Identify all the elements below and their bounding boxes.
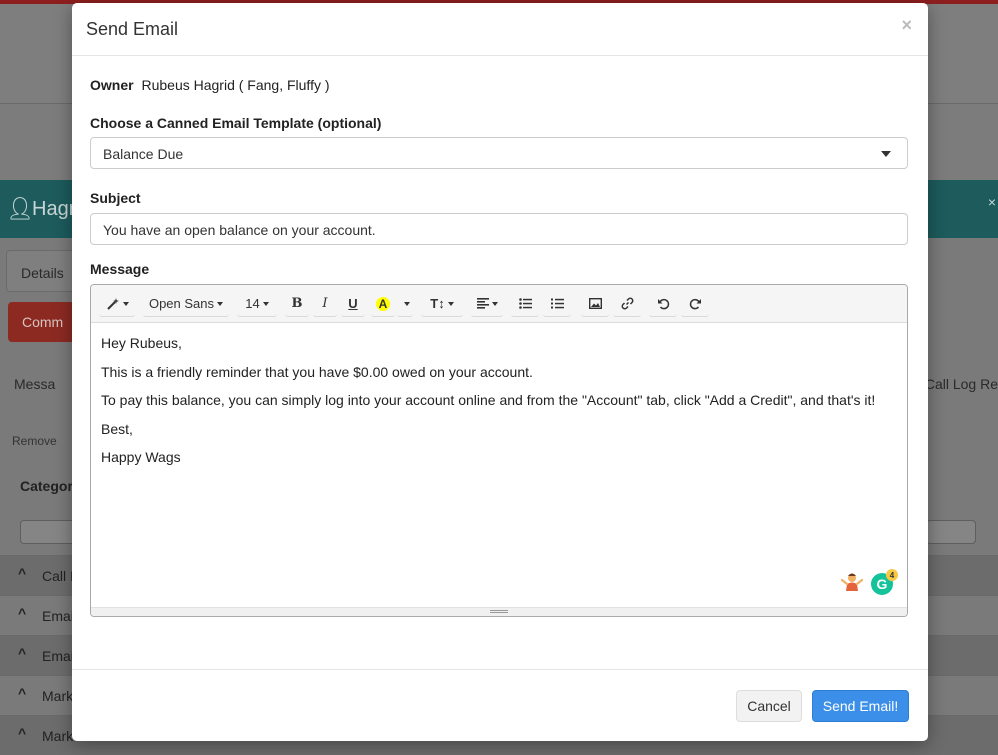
remove-filter-label: Remove [12, 434, 57, 448]
numbered-list-icon [550, 298, 564, 309]
subject-label: Subject [90, 190, 141, 206]
cancel-button[interactable]: Cancel [736, 690, 802, 722]
chevron-up-icon: ^ [18, 605, 27, 621]
communication-button-label: Comm [22, 314, 64, 330]
message-line: Happy Wags [101, 449, 181, 465]
details-tab-label: Details [21, 265, 64, 281]
insert-link-button[interactable] [613, 291, 641, 317]
category-header: Categor [20, 478, 73, 494]
dropdown-caret-icon [217, 301, 224, 306]
close-icon[interactable]: × [988, 194, 996, 210]
call-log-tab-label: Call Log Re [924, 376, 998, 392]
style-magic-button[interactable] [99, 291, 135, 317]
bullet-list-icon [518, 298, 532, 309]
modal-title: Send Email [86, 19, 179, 39]
dropdown-caret-icon [122, 301, 129, 306]
message-line: This is a friendly reminder that you hav… [101, 363, 533, 380]
close-icon[interactable]: × [901, 15, 912, 36]
dropdown-caret-icon [262, 301, 269, 306]
font-family-select[interactable]: Open Sans [143, 291, 229, 317]
dropdown-caret-icon [491, 301, 498, 306]
person-icon: 👤︎ [6, 196, 34, 221]
send-email-button[interactable]: Send Email! [812, 690, 909, 722]
insert-image-button[interactable] [581, 291, 609, 317]
highlight-color-button[interactable]: A [371, 291, 395, 317]
undo-button[interactable] [649, 291, 677, 317]
editor-toolbar: Open Sans 14 B I U A T↕ [91, 285, 907, 323]
link-icon [621, 297, 633, 310]
message-body[interactable]: Hey Rubeus, This is a friendly reminder … [101, 335, 897, 478]
dropdown-caret-icon [447, 301, 454, 306]
editor-resize-handle[interactable] [91, 607, 907, 616]
font-size-select[interactable]: 14 [237, 291, 277, 317]
owner-value: Rubeus Hagrid ( Fang, Fluffy ) [141, 77, 330, 93]
emoji-shrug-icon[interactable] [840, 571, 864, 593]
line-height-select[interactable]: T↕ [421, 291, 463, 317]
row-label: Mark [42, 728, 74, 744]
subject-value: You have an open balance on your account… [103, 222, 376, 238]
send-email-modal: Send Email × Owner Rubeus Hagrid ( Fang,… [72, 3, 928, 741]
bullet-list-button[interactable] [511, 291, 539, 317]
row-label: Emai [42, 648, 74, 664]
font-size-label: 14 [245, 296, 260, 311]
category-filter-input[interactable] [20, 520, 80, 544]
color-dropdown-button[interactable] [397, 291, 413, 317]
text-height-icon: T↕ [430, 296, 445, 311]
caret-down-icon [881, 151, 891, 157]
italic-button[interactable]: I [313, 291, 337, 317]
messages-tab-label: Messa [14, 376, 56, 392]
template-selected-value: Balance Due [103, 146, 184, 162]
magic-wand-icon [106, 297, 119, 310]
secondary-filter-input[interactable] [926, 520, 976, 544]
message-line: Best, [101, 420, 133, 437]
paragraph-align-select[interactable] [471, 291, 503, 317]
align-left-icon [476, 298, 489, 309]
details-tab[interactable]: Details [6, 250, 76, 292]
remove-filter-button[interactable]: Remove [12, 434, 57, 448]
template-label: Choose a Canned Email Template (optional… [90, 115, 382, 131]
message-line: To pay this balance, you can simply log … [101, 392, 876, 408]
template-select[interactable]: Balance Due [90, 137, 908, 169]
message-label: Message [90, 261, 150, 277]
row-label: Call I [42, 568, 74, 584]
redo-icon [689, 298, 701, 309]
chevron-up-icon: ^ [18, 645, 27, 661]
chevron-up-icon: ^ [18, 685, 27, 701]
redo-button[interactable] [681, 291, 709, 317]
highlight-icon: A [376, 296, 390, 311]
numbered-list-button[interactable] [543, 291, 571, 317]
message-editor[interactable]: Open Sans 14 B I U A T↕ Hey Rubeus, This… [90, 284, 908, 617]
grip-icon [490, 610, 508, 611]
call-log-tab[interactable]: Call Log Re [925, 376, 998, 392]
dropdown-caret-icon [403, 301, 410, 306]
modal-footer: Cancel Send Email! [72, 669, 928, 741]
subject-input[interactable]: You have an open balance on your account… [90, 213, 908, 245]
italic-icon: I [322, 296, 328, 311]
messages-tab[interactable]: Messa [14, 376, 55, 392]
image-icon [588, 298, 602, 309]
bold-icon: B [291, 296, 303, 311]
underline-button[interactable]: U [341, 291, 365, 317]
underline-icon: U [348, 296, 358, 311]
communication-button[interactable]: Comm [8, 302, 78, 342]
chevron-up-icon: ^ [18, 725, 27, 741]
bold-button[interactable]: B [285, 291, 309, 317]
row-label: Mark [42, 688, 74, 704]
grammarly-count-badge: 4 [886, 569, 898, 581]
font-family-label: Open Sans [148, 296, 215, 311]
message-line: Hey Rubeus, [101, 335, 182, 351]
chevron-up-icon: ^ [18, 565, 27, 581]
modal-header: Send Email × [72, 3, 928, 56]
undo-icon [657, 298, 669, 309]
owner-label: Owner [90, 77, 134, 93]
owner-line: Owner Rubeus Hagrid ( Fang, Fluffy ) [90, 77, 330, 93]
row-label: Emai [42, 608, 74, 624]
